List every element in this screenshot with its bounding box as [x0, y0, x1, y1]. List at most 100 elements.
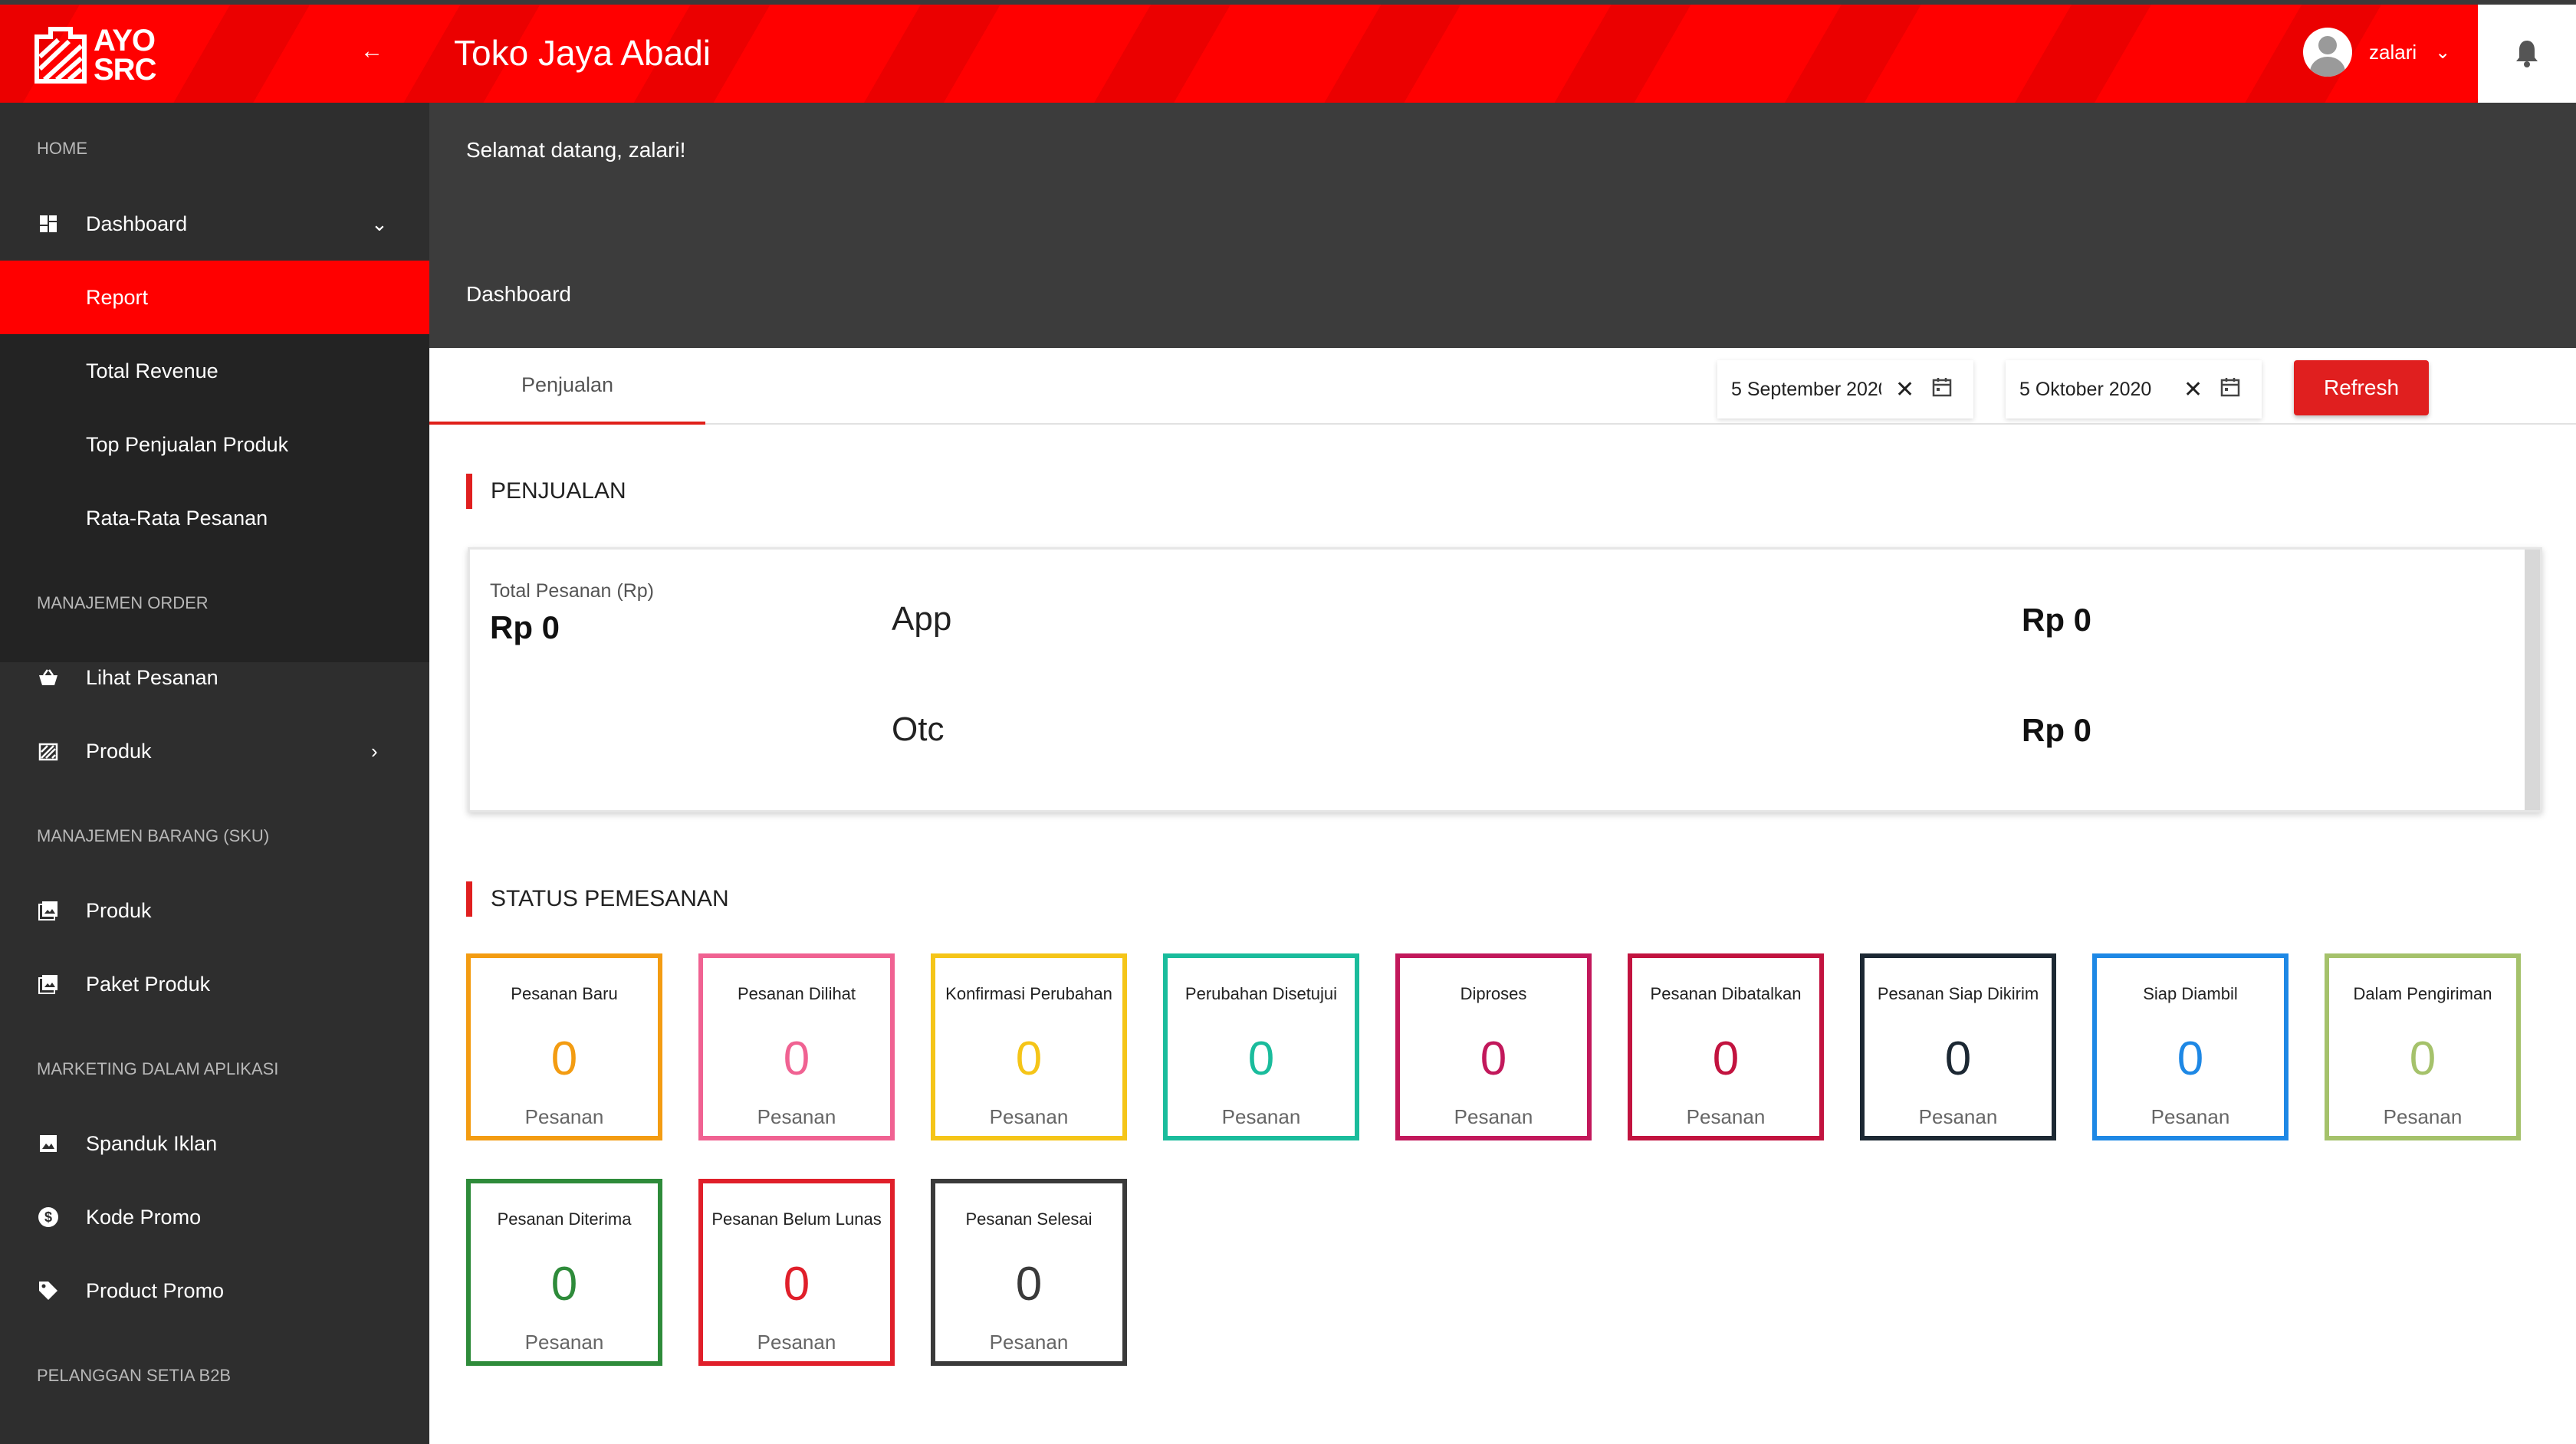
- welcome-banner: Selamat datang, zalari! Dashboard: [429, 103, 2576, 348]
- status-title: Pesanan Selesai: [965, 1209, 1092, 1229]
- sidebar-item-total-revenue[interactable]: Total Revenue: [0, 334, 429, 408]
- total-pesanan-label: Total Pesanan (Rp): [490, 580, 655, 602]
- app-logo[interactable]: AYO SRC: [34, 23, 156, 87]
- status-card[interactable]: Pesanan Siap Dikirim 0 Pesanan: [1860, 953, 2056, 1140]
- sidebar-section-b2b: PELANGGAN SETIA B2B: [37, 1366, 232, 1385]
- status-card[interactable]: Diproses 0 Pesanan: [1395, 953, 1592, 1140]
- basket-icon: [37, 666, 60, 689]
- date-from-field[interactable]: 5 September 2020 ✕: [1717, 360, 1973, 418]
- status-count: 0: [550, 1032, 578, 1085]
- sidebar-item-rata-rata[interactable]: Rata-Rata Pesanan: [0, 481, 429, 555]
- total-pesanan-value: Rp 0: [490, 609, 560, 645]
- status-unit: Pesanan: [1918, 1105, 1998, 1128]
- status-count: 0: [783, 1032, 810, 1085]
- logo-text-bottom: SRC: [94, 53, 156, 87]
- date-to-value: 5 Oktober 2020: [2019, 378, 2152, 400]
- bell-icon: [2516, 41, 2538, 67]
- sidebar-section-home: HOME: [37, 139, 87, 158]
- sidebar-item-label: Report: [86, 285, 149, 309]
- date-from-value: 5 September 2020: [1731, 378, 1881, 400]
- sidebar-item-kode-promo[interactable]: $ Kode Promo: [0, 1180, 429, 1254]
- app-header: AYO SRC ← Toko Jaya Abadi zalari ⌄: [0, 5, 2478, 103]
- sidebar-item-report[interactable]: Report: [0, 261, 429, 334]
- notification-button[interactable]: [2478, 5, 2576, 103]
- status-card[interactable]: Perubahan Disetujui 0 Pesanan: [1163, 953, 1359, 1140]
- image-stack-icon: [37, 973, 60, 996]
- section-title: PENJUALAN: [491, 478, 626, 504]
- status-count: 0: [550, 1258, 578, 1311]
- user-menu[interactable]: zalari ⌄: [2303, 28, 2450, 77]
- tab-divider: [705, 423, 2576, 425]
- sidebar-item-paket-produk[interactable]: Paket Produk: [0, 947, 429, 1021]
- status-unit: Pesanan: [1686, 1105, 1766, 1128]
- sidebar-item-label: Kode Promo: [86, 1205, 202, 1229]
- card-scrollbar[interactable]: [2525, 550, 2540, 810]
- section-marker: [466, 881, 472, 917]
- sidebar-item-label: Lihat Pesanan: [86, 665, 219, 689]
- status-card[interactable]: Dalam Pengiriman 0 Pesanan: [2325, 953, 2521, 1140]
- status-card[interactable]: Pesanan Belum Lunas 0 Pesanan: [698, 1179, 895, 1366]
- sidebar-item-produk-order[interactable]: Produk ›: [0, 714, 429, 788]
- calendar-icon[interactable]: [1932, 377, 1952, 402]
- logo-text: AYO SRC: [94, 25, 156, 87]
- clear-date-icon[interactable]: ✕: [2183, 376, 2203, 403]
- status-title: Pesanan Baru: [511, 984, 618, 1003]
- status-card[interactable]: Pesanan Diterima 0 Pesanan: [466, 1179, 662, 1366]
- sidebar-item-lihat-pesanan[interactable]: Lihat Pesanan: [0, 641, 429, 714]
- sidebar-item-label: Produk: [86, 898, 152, 922]
- sidebar-item-label: Dashboard: [86, 212, 188, 235]
- refresh-button[interactable]: Refresh: [2294, 360, 2429, 415]
- status-unit: Pesanan: [757, 1331, 836, 1354]
- welcome-text: Selamat datang, zalari!: [466, 138, 686, 162]
- sidebar-item-label: Produk: [86, 739, 152, 763]
- status-unit: Pesanan: [989, 1105, 1069, 1128]
- section-penjualan: PENJUALAN: [466, 474, 626, 509]
- sidebar-item-product-promo[interactable]: Product Promo: [0, 1254, 429, 1327]
- sidebar-item-dashboard[interactable]: Dashboard ⌄: [0, 187, 429, 261]
- section-title: STATUS PEMESANAN: [491, 886, 729, 911]
- svg-text:$: $: [44, 1209, 52, 1225]
- clear-date-icon[interactable]: ✕: [1895, 376, 1914, 403]
- image-icon: [37, 899, 60, 922]
- collapse-sidebar-icon[interactable]: ←: [360, 38, 383, 64]
- status-unit: Pesanan: [2383, 1105, 2463, 1128]
- product-box-icon: [37, 740, 60, 763]
- status-title: Siap Diambil: [2143, 984, 2238, 1003]
- status-card[interactable]: Pesanan Dibatalkan 0 Pesanan: [1628, 953, 1824, 1140]
- status-card[interactable]: Pesanan Selesai 0 Pesanan: [931, 1179, 1127, 1366]
- status-count: 0: [1480, 1032, 1507, 1085]
- status-count: 0: [2409, 1032, 2436, 1085]
- breadcrumb: Dashboard: [466, 282, 571, 306]
- channel-value-app: Rp 0: [2022, 602, 2092, 638]
- avatar: [2303, 28, 2352, 77]
- date-to-field[interactable]: 5 Oktober 2020 ✕: [2006, 360, 2262, 418]
- status-count: 0: [1712, 1032, 1740, 1085]
- sidebar-item-label: Rata-Rata Pesanan: [86, 506, 268, 530]
- chevron-down-icon: ⌄: [371, 212, 388, 235]
- status-title: Diproses: [1460, 984, 1527, 1003]
- status-card[interactable]: Pesanan Dilihat 0 Pesanan: [698, 953, 895, 1140]
- status-card[interactable]: Konfirmasi Perubahan 0 Pesanan: [931, 953, 1127, 1140]
- banner-image-icon: [37, 1132, 60, 1155]
- status-title: Pesanan Dilihat: [737, 984, 856, 1003]
- logo-mark-icon: [34, 26, 87, 84]
- section-status-pemesanan: STATUS PEMESANAN: [466, 881, 729, 917]
- sidebar-section-sku: MANAJEMEN BARANG (SKU): [37, 826, 270, 845]
- status-unit: Pesanan: [757, 1105, 836, 1128]
- sidebar-item-top-penjualan[interactable]: Top Penjualan Produk: [0, 408, 429, 481]
- status-unit: Pesanan: [2150, 1105, 2230, 1128]
- status-count: 0: [783, 1258, 810, 1311]
- sidebar-item-produk-sku[interactable]: Produk: [0, 874, 429, 947]
- calendar-icon[interactable]: [2220, 377, 2240, 402]
- user-name: zalari: [2369, 40, 2417, 64]
- store-title: Toko Jaya Abadi: [454, 33, 711, 73]
- status-unit: Pesanan: [1221, 1105, 1301, 1128]
- tab-penjualan[interactable]: Penjualan: [429, 348, 705, 425]
- status-card[interactable]: Pesanan Baru 0 Pesanan: [466, 953, 662, 1140]
- status-count: 0: [1944, 1032, 1972, 1085]
- status-card[interactable]: Siap Diambil 0 Pesanan: [2092, 953, 2288, 1140]
- sidebar: HOME Dashboard ⌄ Report Total Revenue To…: [0, 103, 429, 1444]
- status-title: Konfirmasi Perubahan: [945, 984, 1112, 1003]
- sidebar-item-spanduk-iklan[interactable]: Spanduk Iklan: [0, 1107, 429, 1180]
- sidebar-item-label: Top Penjualan Produk: [86, 432, 289, 456]
